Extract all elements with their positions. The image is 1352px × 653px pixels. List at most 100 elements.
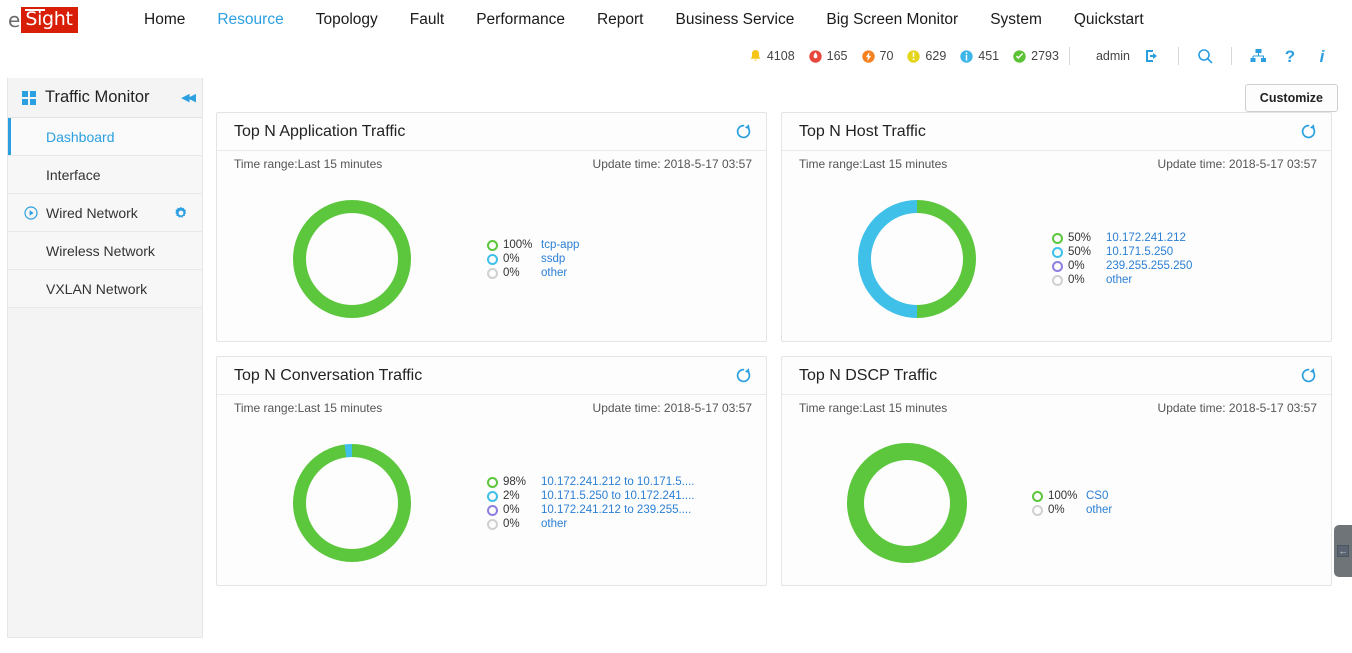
donut-chart[interactable] bbox=[858, 200, 976, 318]
refresh-icon[interactable] bbox=[735, 123, 752, 140]
legend-item[interactable]: 100% CS0 bbox=[1032, 489, 1319, 503]
donut-chart[interactable] bbox=[847, 443, 967, 563]
status-counter-major-alarm[interactable]: 70 bbox=[861, 49, 893, 64]
customize-button[interactable]: Customize bbox=[1244, 84, 1338, 112]
nav-item-resource[interactable]: Resource bbox=[201, 0, 299, 40]
legend-percent: 0% bbox=[503, 518, 520, 530]
logout-icon[interactable] bbox=[1141, 46, 1163, 66]
nav-item-big-screen-monitor[interactable]: Big Screen Monitor bbox=[810, 0, 974, 40]
legend-percent: 0% bbox=[503, 504, 520, 516]
play-circle-icon bbox=[24, 205, 38, 220]
legend-item[interactable]: 0% other bbox=[487, 266, 754, 280]
legend-label[interactable]: 10.171.5.250 bbox=[1106, 245, 1173, 259]
status-counter-info-alarm[interactable]: 451 bbox=[959, 49, 999, 64]
nav-item-quickstart[interactable]: Quickstart bbox=[1058, 0, 1160, 40]
collapse-left-icon: ← bbox=[1337, 545, 1349, 557]
legend-label[interactable]: 10.172.241.212 to 239.255.... bbox=[541, 503, 691, 517]
sitemap-icon[interactable] bbox=[1247, 46, 1269, 66]
legend-item[interactable]: 50% 10.172.241.212 bbox=[1052, 231, 1319, 245]
sidebar-item-dashboard[interactable]: Dashboard bbox=[8, 118, 202, 156]
sidebar-item-interface[interactable]: Interface bbox=[8, 156, 202, 194]
refresh-icon[interactable] bbox=[735, 367, 752, 384]
nav-item-business-service[interactable]: Business Service bbox=[659, 0, 810, 40]
legend-marker-icon bbox=[1052, 232, 1063, 244]
legend-label[interactable]: other bbox=[1086, 503, 1112, 517]
sidebar-item-label: Dashboard bbox=[46, 128, 115, 145]
card-subheader: Time range:Last 15 minutes Update time: 2… bbox=[782, 395, 1331, 421]
legend-percent: 0% bbox=[1068, 260, 1085, 272]
app-logo[interactable]: e Sight bbox=[8, 7, 78, 33]
top-bar: e Sight Home Resource Topology Fault Perform… bbox=[0, 0, 1352, 40]
sidebar-empty-area bbox=[8, 308, 202, 488]
legend-label[interactable]: CS0 bbox=[1086, 489, 1108, 503]
legend-label[interactable]: 10.172.241.212 bbox=[1106, 231, 1186, 245]
legend-marker-icon bbox=[487, 490, 498, 502]
legend-label[interactable]: tcp-app bbox=[541, 238, 579, 252]
sidebar-item-wired-network[interactable]: Wired Network bbox=[8, 194, 202, 232]
strip-divider-3 bbox=[1231, 47, 1232, 65]
nav-item-system[interactable]: System bbox=[974, 0, 1058, 40]
legend-label[interactable]: 10.172.241.212 to 10.171.5.... bbox=[541, 475, 694, 489]
legend-label[interactable]: other bbox=[1106, 273, 1132, 287]
legend-marker-icon bbox=[1052, 260, 1063, 272]
username-label: admin bbox=[1095, 49, 1130, 63]
page-bottom-spacer bbox=[0, 647, 1352, 653]
search-icon[interactable] bbox=[1194, 46, 1216, 66]
legend-item[interactable]: 98% 10.172.241.212 to 10.171.5.... bbox=[487, 475, 754, 489]
legend-item[interactable]: 0% other bbox=[487, 517, 754, 531]
donut-chart[interactable] bbox=[293, 444, 411, 562]
nav-item-topology[interactable]: Topology bbox=[300, 0, 394, 40]
donut-chart[interactable] bbox=[293, 200, 411, 318]
collapse-sidebar-icon[interactable]: ◀◀ bbox=[181, 91, 196, 104]
cleared-alarm-icon bbox=[1012, 49, 1027, 64]
nav-item-fault[interactable]: Fault bbox=[394, 0, 460, 40]
legend-item[interactable]: 0% ssdp bbox=[487, 252, 754, 266]
legend-label[interactable]: other bbox=[541, 266, 567, 280]
nav-item-report[interactable]: Report bbox=[581, 0, 660, 40]
help-icon[interactable]: ? bbox=[1279, 46, 1301, 66]
card-body: 100% CS0 0% other bbox=[782, 421, 1331, 585]
logo-overline bbox=[25, 9, 46, 11]
sidebar-item-wireless-network[interactable]: Wireless Network bbox=[8, 232, 202, 270]
legend-label[interactable]: 239.255.255.250 bbox=[1106, 259, 1192, 273]
legend-marker-icon bbox=[487, 518, 498, 530]
status-counter-critical-alarm[interactable]: 165 bbox=[808, 49, 848, 64]
status-counter-cleared-alarm[interactable]: 2793 bbox=[1012, 49, 1059, 64]
legend-percent: 100% bbox=[503, 239, 533, 251]
grid-icon bbox=[22, 90, 37, 105]
time-range-label: Time range:Last 15 minutes bbox=[234, 401, 383, 415]
legend-item[interactable]: 0% other bbox=[1052, 273, 1319, 287]
status-counter-minor-alarm[interactable]: 629 bbox=[906, 49, 946, 64]
about-icon[interactable]: i bbox=[1311, 46, 1333, 66]
legend-item[interactable]: 0% 10.172.241.212 to 239.255.... bbox=[487, 503, 754, 517]
user-block: admin bbox=[1096, 46, 1168, 66]
card-title: Top N DSCP Traffic bbox=[799, 366, 938, 384]
legend-label[interactable]: 10.171.5.250 to 10.172.241.... bbox=[541, 489, 694, 503]
sidebar-item-label: Wireless Network bbox=[46, 242, 155, 259]
nav-item-performance[interactable]: Performance bbox=[460, 0, 581, 40]
refresh-icon[interactable] bbox=[1300, 123, 1317, 140]
counter-value: 4108 bbox=[766, 49, 795, 63]
gear-icon[interactable] bbox=[174, 206, 188, 220]
left-sidebar: Traffic Monitor ◀◀ Dashboard Interface Wir… bbox=[7, 78, 203, 638]
legend-item[interactable]: 0% other bbox=[1032, 503, 1319, 517]
legend-marker-icon bbox=[1032, 490, 1043, 502]
legend-label[interactable]: other bbox=[541, 517, 567, 531]
counter-value: 629 bbox=[925, 49, 947, 63]
card-body: 100% tcp-app 0% ssdp 0% other bbox=[217, 177, 766, 341]
legend-label[interactable]: ssdp bbox=[541, 252, 565, 266]
chart-area bbox=[782, 179, 1052, 339]
legend-item[interactable]: 0% 239.255.255.250 bbox=[1052, 259, 1319, 273]
collapse-right-panel-handle[interactable]: ← bbox=[1334, 525, 1352, 577]
card-subheader: Time range:Last 15 minutes Update time: 2… bbox=[217, 151, 766, 177]
legend-item[interactable]: 2% 10.171.5.250 to 10.172.241.... bbox=[487, 489, 754, 503]
sidebar-item-vxlan-network[interactable]: VXLAN Network bbox=[8, 270, 202, 308]
legend-item[interactable]: 100% tcp-app bbox=[487, 238, 754, 252]
refresh-icon[interactable] bbox=[1300, 367, 1317, 384]
card-header: Top N Conversation Traffic bbox=[217, 357, 766, 395]
chart-legend: 100% tcp-app 0% ssdp 0% other bbox=[487, 238, 766, 280]
status-counter-bell[interactable]: 4108 bbox=[748, 49, 795, 64]
strip-divider bbox=[1068, 47, 1070, 65]
legend-item[interactable]: 50% 10.171.5.250 bbox=[1052, 245, 1319, 259]
nav-item-home[interactable]: Home bbox=[128, 0, 201, 40]
